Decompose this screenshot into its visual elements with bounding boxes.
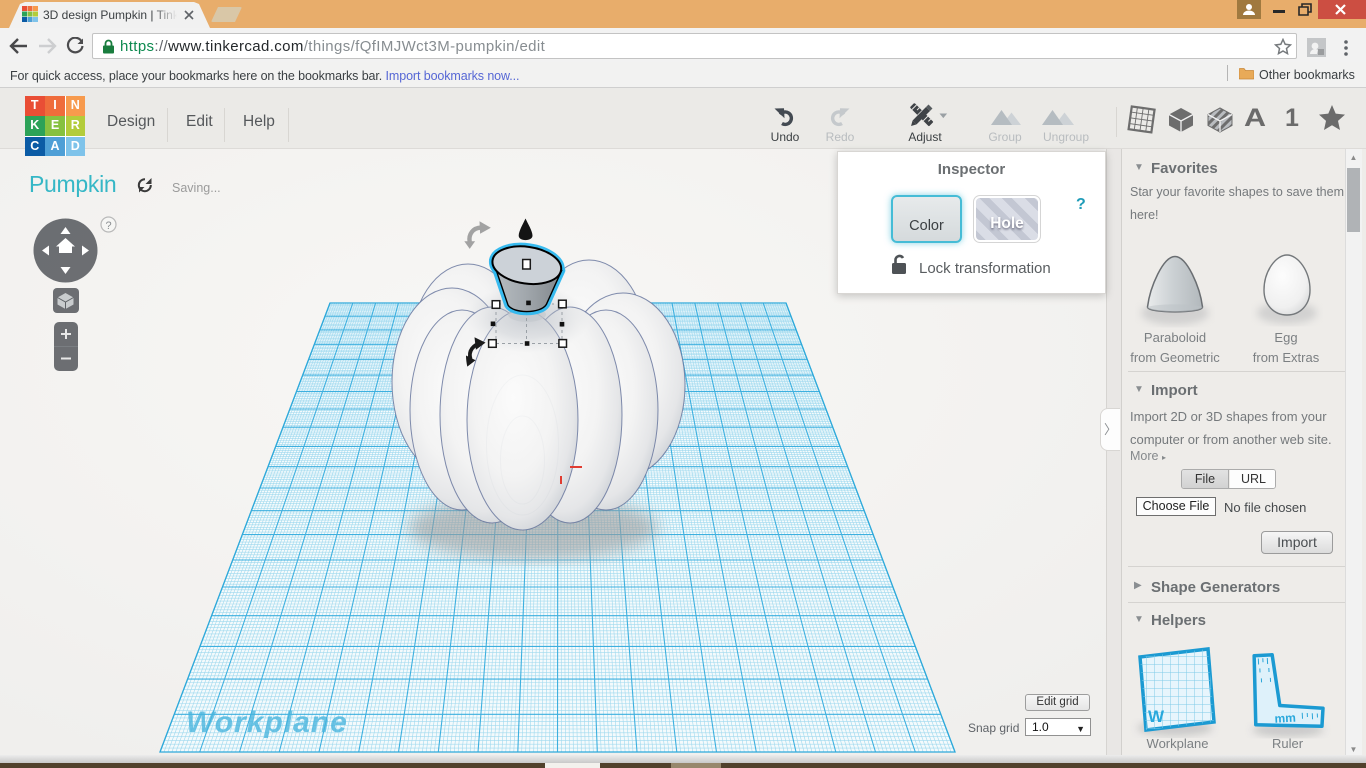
svg-text:Workplane: Workplane — [186, 706, 348, 739]
svg-text:Pumpkin: Pumpkin — [29, 171, 116, 197]
svg-text:?: ? — [106, 220, 112, 232]
svg-text:Saving...: Saving... — [172, 181, 221, 195]
svg-text:W: W — [1148, 707, 1165, 726]
svg-text:mm: mm — [1274, 711, 1296, 726]
